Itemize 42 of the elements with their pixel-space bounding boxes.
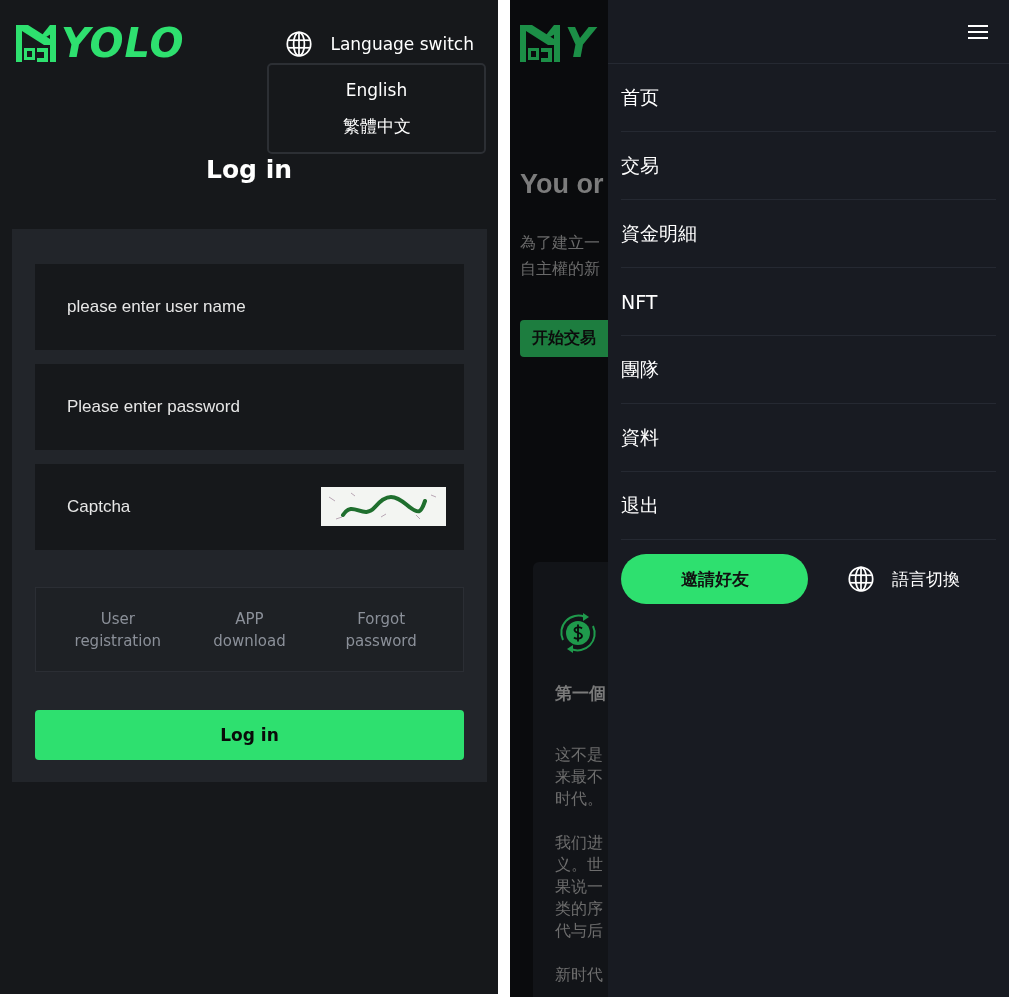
menu-item[interactable]: NFT — [621, 268, 996, 336]
logo-text: Y — [565, 25, 595, 62]
intro-text: 為了建立一 — [520, 232, 601, 254]
language-option[interactable]: English — [339, 71, 414, 108]
password-field[interactable]: Please enter password — [35, 364, 464, 450]
intro-text: 自主權的新 — [520, 258, 601, 280]
feature-text: 代与后 — [555, 920, 603, 942]
feature-text: 我们进 — [555, 832, 603, 854]
menu-item[interactable]: 資金明細 — [621, 200, 996, 268]
globe-icon — [848, 566, 874, 592]
forgot-password-link[interactable]: Forgot password — [345, 607, 417, 652]
registration-link[interactable]: User registration — [74, 607, 162, 652]
feature-text: 来最不 — [555, 766, 603, 788]
logo-text: YOLO — [61, 25, 185, 62]
hero-heading: You or — [520, 169, 605, 199]
language-switch-button[interactable]: Language switch — [286, 30, 474, 57]
app-download-link[interactable]: APP download — [213, 607, 286, 652]
menu-item[interactable]: 交易 — [621, 132, 996, 200]
menu-item[interactable]: 團隊 — [621, 336, 996, 404]
feature-text: 这不是 — [555, 744, 603, 766]
menu-item[interactable]: 首页 — [621, 64, 996, 132]
menu-item[interactable]: 資料 — [621, 404, 996, 472]
language-switch-button[interactable]: 語言切換 — [848, 566, 960, 592]
username-field[interactable]: please enter user name — [35, 264, 464, 350]
invite-friends-button[interactable]: 邀請好友 — [621, 554, 808, 604]
menu-icon — [968, 24, 988, 39]
globe-icon — [286, 30, 313, 57]
feature-text: 果说一 — [555, 876, 603, 898]
page-title: Log in — [205, 154, 293, 186]
feature-text: 义。世 — [555, 854, 603, 876]
start-trading-button[interactable]: 开始交易 — [520, 320, 608, 357]
logo-icon — [520, 25, 560, 62]
captcha-image[interactable] — [321, 487, 446, 526]
feature-text: 时代。 — [555, 788, 603, 810]
menu-item[interactable]: 退出 — [621, 472, 996, 540]
menu-button[interactable] — [968, 24, 988, 39]
login-button[interactable]: Log in — [35, 710, 464, 760]
feature-title: 第一個 — [555, 682, 606, 705]
logo-icon — [16, 25, 56, 62]
language-option[interactable]: 繁體中文 — [336, 108, 417, 145]
feature-text: 类的序 — [555, 898, 603, 920]
feature-text: 新时代 — [555, 964, 603, 986]
